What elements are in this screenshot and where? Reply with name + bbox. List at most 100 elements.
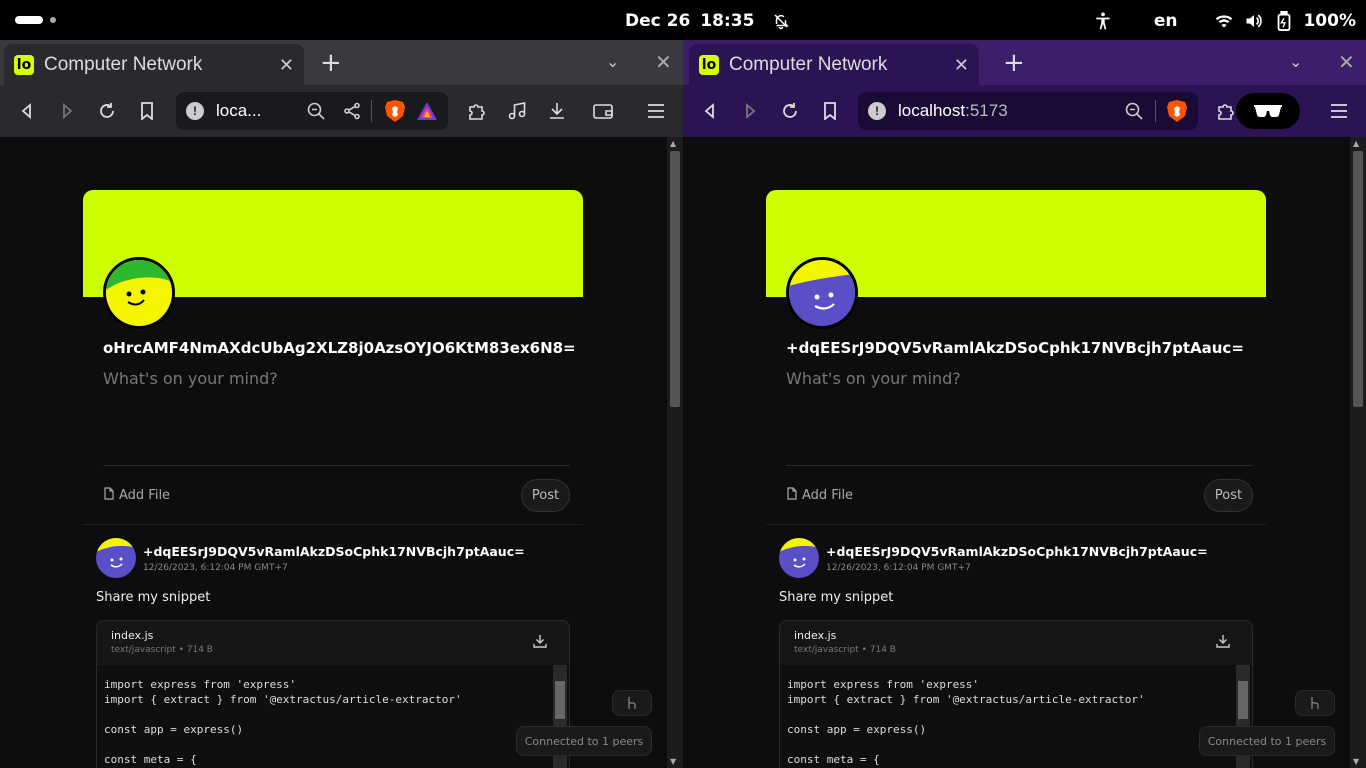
forward-icon[interactable] xyxy=(738,99,762,123)
code-scroll-thumb[interactable] xyxy=(1238,681,1248,719)
address-bar[interactable]: ! loca... xyxy=(176,92,448,130)
tab-title: Computer Network xyxy=(729,54,888,75)
page-scrollbar[interactable]: ▲ ▼ xyxy=(1350,137,1366,768)
menu-hamburger-icon[interactable] xyxy=(1327,99,1351,123)
tab-close-icon[interactable]: ✕ xyxy=(279,55,294,76)
scroll-thumb[interactable] xyxy=(670,151,680,407)
post-timestamp: 12/26/2023, 6:12:04 PM GMT+7 xyxy=(826,563,971,573)
bookmark-icon[interactable] xyxy=(135,99,159,123)
post-text: Share my snippet xyxy=(96,590,211,605)
composer-input[interactable]: What's on your mind? xyxy=(786,369,961,388)
new-tab-icon[interactable]: + xyxy=(320,50,342,76)
clock[interactable]: Dec 26 18:35 xyxy=(625,10,802,32)
file-meta: text/javascript • 714 B xyxy=(794,645,896,655)
add-file-button[interactable]: Add File xyxy=(786,487,853,504)
new-tab-icon[interactable]: + xyxy=(1003,50,1025,76)
share-icon[interactable] xyxy=(341,100,363,122)
site-info-icon[interactable]: ! xyxy=(186,102,204,120)
profile-avatar[interactable] xyxy=(786,257,858,329)
peer-status-badge: Connected to 1 peers xyxy=(1199,726,1335,756)
window-close-icon[interactable]: ✕ xyxy=(655,50,672,74)
accessibility-icon[interactable] xyxy=(1092,10,1114,32)
site-favicon-icon: lo xyxy=(699,55,719,75)
workspace-dot[interactable] xyxy=(50,17,56,23)
menu-hamburger-icon[interactable] xyxy=(644,99,668,123)
navigation-toolbar: ! loca... xyxy=(0,85,683,137)
file-name: index.js xyxy=(794,629,837,642)
scroll-up-icon[interactable]: ▲ xyxy=(670,139,676,148)
extensions-icon[interactable] xyxy=(1214,99,1238,123)
back-icon[interactable] xyxy=(15,99,39,123)
file-name: index.js xyxy=(111,629,154,642)
tab-bar: lo Computer Network ✕ + ⌄ ✕ xyxy=(0,40,683,86)
scroll-up-icon[interactable]: ▲ xyxy=(1353,139,1359,148)
add-file-label: Add File xyxy=(119,488,171,503)
zoom-out-icon[interactable] xyxy=(305,100,327,122)
code-preview: import express from 'express' import { e… xyxy=(780,665,1252,768)
url-host: loca... xyxy=(216,101,262,120)
tab-computer-network[interactable]: lo Computer Network ✕ xyxy=(4,44,304,86)
back-icon[interactable] xyxy=(698,99,722,123)
tab-close-icon[interactable]: ✕ xyxy=(954,55,969,76)
extensions-icon[interactable] xyxy=(465,99,489,123)
tab-list-chevron-icon[interactable]: ⌄ xyxy=(606,52,619,71)
window-close-icon[interactable]: ✕ xyxy=(1338,50,1355,74)
composer-divider xyxy=(786,465,1253,466)
brave-rewards-icon[interactable] xyxy=(416,100,438,122)
site-info-icon[interactable]: ! xyxy=(868,102,886,120)
reload-icon[interactable] xyxy=(95,99,119,123)
tab-computer-network[interactable]: lo Computer Network ✕ xyxy=(689,44,979,86)
profile-handle: +dqEESrJ9DQV5vRamlAkzDSoCphk17NVBcjh7ptA… xyxy=(786,339,1244,357)
scroll-down-icon[interactable]: ▼ xyxy=(1353,757,1359,766)
wifi-icon xyxy=(1213,10,1235,32)
post-button[interactable]: Post xyxy=(521,479,570,512)
composer-input[interactable]: What's on your mind? xyxy=(103,369,278,388)
system-tray[interactable]: en 100% xyxy=(1092,10,1356,32)
post-author-avatar[interactable] xyxy=(779,538,819,578)
navigation-toolbar: ! localhost:5173 xyxy=(683,85,1366,137)
media-music-icon[interactable] xyxy=(505,99,529,123)
page-scrollbar[interactable]: ▲ ▼ xyxy=(667,137,683,768)
file-attachment: index.js text/javascript • 714 B import … xyxy=(779,620,1253,768)
feed-divider xyxy=(83,524,583,525)
post-author-handle[interactable]: +dqEESrJ9DQV5vRamlAkzDSoCphk17NVBcjh7ptA… xyxy=(143,544,525,559)
code-scroll-thumb[interactable] xyxy=(555,681,565,719)
scroll-thumb[interactable] xyxy=(1353,151,1363,407)
add-file-button[interactable]: Add File xyxy=(103,487,170,504)
system-top-bar: Dec 26 18:35 en 100% xyxy=(0,0,1366,40)
page-content: oHrcAMF4NmAXdcUbAg2XLZ8j0AzsOYJO6KtM83ex… xyxy=(0,137,683,768)
address-bar[interactable]: ! localhost:5173 xyxy=(858,92,1198,130)
activities-indicator[interactable] xyxy=(15,16,43,24)
wallet-icon[interactable] xyxy=(591,99,615,123)
scroll-down-icon[interactable]: ▼ xyxy=(670,757,676,766)
url-port: :5173 xyxy=(965,101,1008,120)
file-icon xyxy=(786,487,798,504)
volume-icon xyxy=(1243,10,1265,32)
brave-shields-icon[interactable] xyxy=(384,99,406,123)
file-icon xyxy=(103,487,115,504)
zoom-out-icon[interactable] xyxy=(1123,100,1145,122)
language-indicator[interactable]: en xyxy=(1154,11,1178,31)
private-window-glasses-icon[interactable] xyxy=(1236,93,1300,129)
reload-icon[interactable] xyxy=(778,99,802,123)
battery-percent: 100% xyxy=(1303,11,1356,31)
profile-avatar[interactable] xyxy=(103,257,175,329)
brave-shields-icon[interactable] xyxy=(1166,99,1188,123)
forward-icon[interactable] xyxy=(55,99,79,123)
git-icon[interactable] xyxy=(1295,690,1335,716)
post-author-avatar[interactable] xyxy=(96,538,136,578)
browser-window-left: lo Computer Network ✕ + ⌄ ✕ ! loca... oH… xyxy=(0,40,683,768)
file-download-icon[interactable] xyxy=(1216,633,1232,649)
post-button[interactable]: Post xyxy=(1204,479,1253,512)
code-preview: import express from 'express' import { e… xyxy=(97,665,569,768)
tab-list-chevron-icon[interactable]: ⌄ xyxy=(1289,52,1302,71)
file-download-icon[interactable] xyxy=(533,633,549,649)
post-text: Share my snippet xyxy=(779,590,894,605)
bookmark-icon[interactable] xyxy=(818,99,842,123)
git-icon[interactable] xyxy=(612,690,652,716)
tab-title: Computer Network xyxy=(44,54,203,75)
tab-bar: lo Computer Network ✕ + ⌄ ✕ xyxy=(683,40,1366,86)
post-author-handle[interactable]: +dqEESrJ9DQV5vRamlAkzDSoCphk17NVBcjh7ptA… xyxy=(826,544,1208,559)
download-icon[interactable] xyxy=(545,99,569,123)
peer-status-badge: Connected to 1 peers xyxy=(516,726,652,756)
